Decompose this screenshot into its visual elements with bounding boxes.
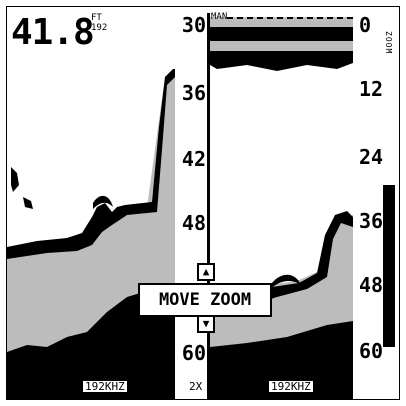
right-scale-4: 48 — [359, 273, 384, 297]
left-scale-4: 60 — [181, 341, 206, 365]
right-scale-0: 0 — [359, 13, 372, 37]
left-fish-2 — [23, 197, 33, 209]
left-fish-1 — [11, 167, 19, 192]
sonar-screen: 41.8 FT 192 30 36 42 48 60 MAN ZOOM 0 12… — [6, 6, 400, 400]
move-zoom-popup[interactable]: MOVE ZOOM — [138, 283, 272, 317]
right-scale-1: 12 — [359, 77, 384, 101]
right-top-band-1 — [210, 27, 353, 41]
left-scale-3: 48 — [181, 211, 206, 235]
zoom-side-label: ZOOM — [384, 31, 393, 55]
mode-label: MAN — [211, 12, 228, 22]
zoom-range-bar[interactable] — [383, 185, 395, 347]
depth-readout: 41.8 — [11, 12, 95, 53]
right-scale-5: 60 — [359, 339, 384, 363]
right-frequency-label: 192KHZ — [269, 380, 313, 393]
arrow-up-icon[interactable]: ▲ — [197, 263, 215, 281]
surface-dashed-line — [227, 17, 353, 19]
right-top-band-2 — [210, 51, 353, 71]
zoom-factor-label: 2X — [187, 380, 205, 393]
arrow-down-icon[interactable]: ▼ — [197, 315, 215, 333]
split-divider — [207, 13, 210, 399]
depth-frequency-label: 192 — [91, 23, 108, 33]
right-scale-3: 36 — [359, 209, 384, 233]
left-scale-0: 30 — [181, 13, 206, 37]
left-scale-1: 36 — [181, 81, 206, 105]
depth-unit-label: FT — [91, 13, 102, 23]
left-scale-2: 42 — [181, 147, 206, 171]
right-scale-2: 24 — [359, 145, 384, 169]
left-frequency-label: 192KHZ — [83, 380, 127, 393]
